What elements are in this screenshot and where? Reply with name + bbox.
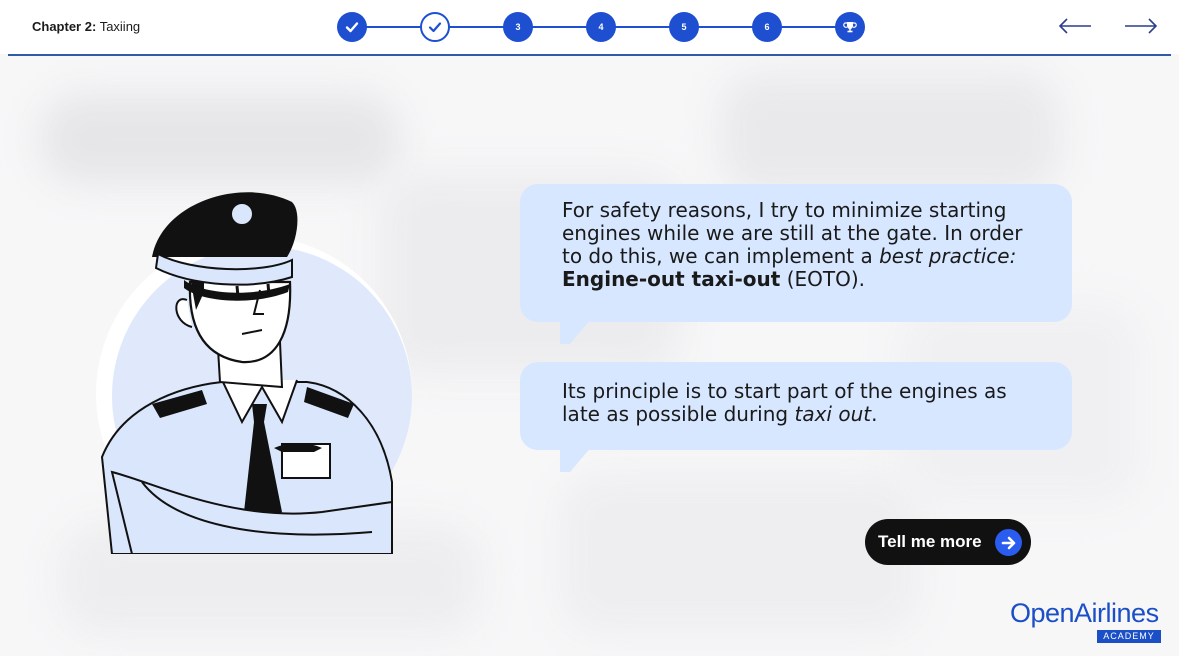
logo-wordmark: OpenAirlines (1010, 598, 1159, 628)
tell-me-more-label: Tell me more (878, 532, 982, 551)
chapter-name: Taxiing (99, 19, 141, 34)
tell-me-more-button[interactable]: Tell me more (865, 519, 1031, 565)
chapter-title: Chapter 2: Taxiing (32, 19, 140, 34)
step-3[interactable]: 3 (503, 12, 533, 42)
logo-badge: ACADEMY (1097, 630, 1161, 643)
speech-bubble-1: For safety reasons, I try to minimize st… (520, 184, 1072, 322)
top-bar: Chapter 2: Taxiing 3 4 5 6 (0, 0, 1179, 54)
step-5[interactable]: 5 (669, 12, 699, 42)
step-2-current[interactable] (420, 12, 450, 42)
step-trophy[interactable] (835, 12, 865, 42)
header-divider (8, 54, 1171, 56)
bubble1-strong: Engine-out taxi-out (562, 267, 781, 291)
openairlines-logo: OpenAirlines ACADEMY (1010, 598, 1168, 650)
step-1-done[interactable] (337, 12, 367, 42)
step-4[interactable]: 4 (586, 12, 616, 42)
arrow-right-circle-icon (995, 529, 1022, 556)
bg-shape (40, 94, 400, 184)
progress-stepper: 3 4 5 6 (337, 12, 867, 42)
next-button[interactable] (1123, 12, 1159, 42)
bg-shape (560, 474, 920, 634)
speech-bubble-tail (560, 446, 592, 472)
bg-shape (720, 74, 1060, 194)
check-icon (345, 22, 359, 33)
trophy-icon (843, 22, 857, 33)
speech-bubble-2: Its principle is to start part of the en… (520, 362, 1072, 450)
previous-button[interactable] (1057, 12, 1093, 42)
arrow-left-icon (1058, 18, 1091, 34)
check-icon (428, 22, 442, 33)
arrow-right-icon (1125, 18, 1158, 34)
bubble2-text: Its principle is to start part of the en… (562, 379, 1007, 426)
step-6[interactable]: 6 (752, 12, 782, 42)
bubble1-emphasis: best practice: (879, 244, 1017, 268)
pilot-illustration (96, 192, 412, 554)
bubble2-text-end: . (871, 402, 878, 426)
bubble1-text-end: (EOTO). (780, 267, 866, 291)
chapter-label: Chapter 2: (32, 19, 97, 34)
bubble2-emphasis: taxi out (794, 402, 872, 426)
speech-bubble-tail (560, 318, 592, 344)
